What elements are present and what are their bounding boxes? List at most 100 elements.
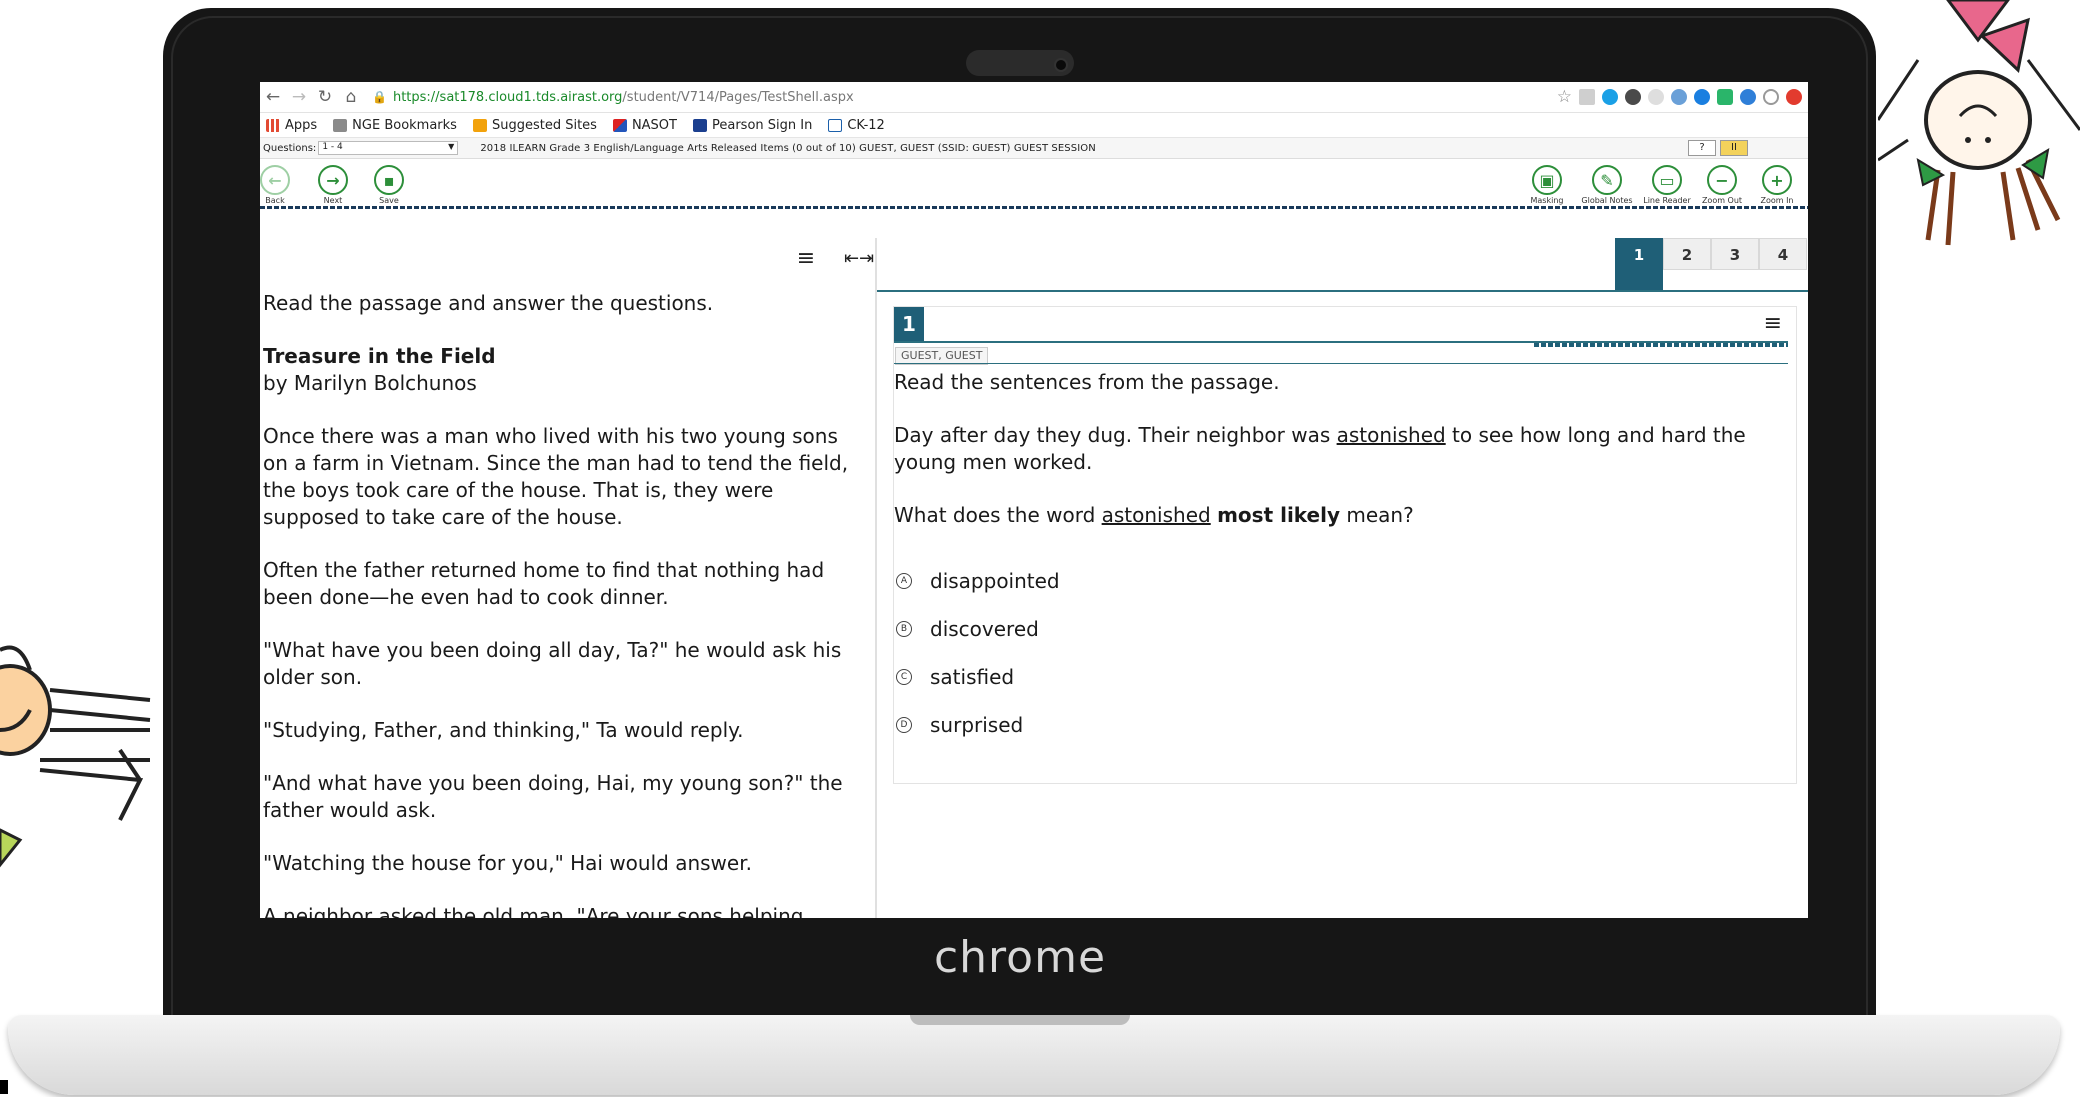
answer-option-d[interactable]: Dsurprised	[894, 701, 1060, 749]
question-selector[interactable]: Questions: 1 - 4 ▼	[263, 141, 459, 155]
chevron-down-icon: ▼	[448, 142, 455, 151]
question-number: 1	[894, 307, 924, 341]
zoom-in-button[interactable]: + Zoom In	[1750, 165, 1804, 205]
masking-icon: ▣	[1532, 165, 1562, 195]
zoom-out-button[interactable]: − Zoom Out	[1695, 165, 1749, 205]
question-prompt: Read the sentences from the passage.	[894, 370, 1280, 394]
next-button[interactable]: → Next	[306, 165, 360, 205]
passage-title: Treasure in the Field	[263, 344, 496, 368]
test-header: Questions: 1 - 4 ▼ 2018 ILEARN Grade 3 En…	[260, 138, 1808, 159]
save-disk-icon: ▪	[374, 165, 404, 195]
extension-icons: ☆	[1557, 87, 1802, 107]
quoted-sentence: Day after day they dug. Their neighbor w…	[894, 423, 1746, 474]
tab-question-1[interactable]: 1	[1615, 238, 1663, 290]
extension-icon[interactable]	[1602, 89, 1618, 105]
zoom-in-icon: +	[1762, 165, 1792, 195]
home-icon[interactable]: ⌂	[338, 87, 364, 107]
passage-paragraph: "Studying, Father, and thinking," Ta wou…	[263, 718, 744, 742]
arrow-left-icon: ←	[260, 165, 290, 195]
address-field[interactable]: 🔒 https://sat178.cloud1.tds.airast.org/s…	[372, 85, 1549, 109]
corner-mark	[0, 1080, 8, 1094]
extension-icon[interactable]	[1740, 89, 1756, 105]
test-info: 2018 ILEARN Grade 3 English/Language Art…	[480, 142, 1096, 154]
extension-icon[interactable]	[1671, 89, 1687, 105]
notes-pencil-icon: ✎	[1592, 165, 1622, 195]
bookmark-star-icon[interactable]: ☆	[1557, 87, 1572, 107]
extension-icon[interactable]	[1694, 89, 1710, 105]
question-text: What does the word astonished most likel…	[894, 503, 1414, 527]
answer-option-b[interactable]: Bdiscovered	[894, 605, 1060, 653]
passage-paragraph: A neighbor asked the old man, "Are your …	[263, 904, 804, 918]
webcam-lens	[1054, 58, 1068, 72]
laptop-screen: ← → ↻ ⌂ 🔒 https://sat178.cloud1.tds.aira…	[260, 82, 1808, 918]
extension-icon[interactable]	[1763, 89, 1779, 105]
question-tabs: 1 2 3 4	[877, 238, 1808, 292]
arrow-right-icon: →	[318, 165, 348, 195]
radio-a[interactable]: A	[896, 573, 912, 589]
extension-icon[interactable]	[1648, 89, 1664, 105]
apps-grid-icon	[266, 118, 280, 132]
bookmark-nasot[interactable]: NASOT	[612, 118, 677, 133]
bookmark-suggested[interactable]: Suggested Sites	[472, 118, 597, 133]
browser-url-bar: ← → ↻ ⌂ 🔒 https://sat178.cloud1.tds.aira…	[260, 82, 1808, 113]
passage-paragraph: Often the father returned home to find t…	[263, 558, 825, 609]
back-arrow-icon[interactable]: ←	[260, 87, 286, 107]
answer-option-c[interactable]: Csatisfied	[894, 653, 1060, 701]
extension-icon[interactable]	[1717, 89, 1733, 105]
url-host: https://sat178.cloud1.tds.airast.org	[392, 89, 623, 105]
passage-intro: Read the passage and answer the question…	[263, 291, 714, 315]
passage-byline: by Marilyn Bolchunos	[263, 371, 477, 395]
passage-paragraph: "And what have you been doing, Hai, my y…	[263, 771, 843, 822]
pearson-icon	[692, 118, 707, 132]
folder-icon	[333, 118, 348, 132]
extension-icon[interactable]	[1625, 89, 1641, 105]
question-dropdown[interactable]: 1 - 4 ▼	[318, 141, 459, 155]
reader-icon[interactable]	[1579, 89, 1595, 105]
url-path: /student/V714/Pages/TestShell.aspx	[622, 89, 854, 105]
question-item: 1 ≡ GUEST, GUEST Read the sentences from…	[893, 306, 1797, 784]
zoom-out-icon: −	[1707, 165, 1737, 195]
cartoon-girl-illustration	[1878, 0, 2080, 246]
passage-pane: ≡ ⇤⇥ Read the passage and answer the que…	[260, 238, 877, 918]
passage-paragraph: Once there was a man who lived with his …	[263, 424, 849, 529]
passage-text: Read the passage and answer the question…	[260, 282, 875, 918]
extension-icon[interactable]	[1786, 89, 1802, 105]
bookmark-ck12[interactable]: CK-12	[828, 118, 885, 133]
forward-arrow-icon[interactable]: →	[286, 87, 312, 107]
item-progress-dash	[1534, 343, 1788, 347]
line-reader-button[interactable]: ▭ Line Reader	[1640, 165, 1694, 205]
pause-button[interactable]: II	[1720, 140, 1748, 156]
tab-question-3[interactable]: 3	[1711, 238, 1759, 270]
page-icon	[828, 118, 843, 132]
radio-d[interactable]: D	[896, 717, 912, 733]
answer-option-a[interactable]: Adisappointed	[894, 557, 1060, 605]
bookmark-nge[interactable]: NGE Bookmarks	[333, 118, 457, 133]
help-button[interactable]: ?	[1688, 140, 1716, 156]
passage-menu-icon[interactable]: ≡	[792, 248, 820, 270]
toolbar-divider	[260, 206, 1808, 209]
bookmarks-bar: Apps NGE Bookmarks Suggested Sites NASOT…	[260, 113, 1808, 138]
bookmark-pearson[interactable]: Pearson Sign In	[692, 118, 812, 133]
nasot-icon	[612, 118, 627, 132]
item-divider	[894, 363, 1788, 364]
item-menu-icon[interactable]: ≡	[1764, 311, 1782, 336]
radio-b[interactable]: B	[896, 621, 912, 637]
bing-icon	[472, 118, 487, 132]
laptop-hinge-notch	[910, 1015, 1130, 1025]
back-button[interactable]: ← Back	[260, 165, 302, 205]
laptop-base	[8, 1015, 2060, 1095]
target-word: astonished	[1101, 503, 1211, 527]
cartoon-boy-illustration	[0, 645, 151, 868]
save-button[interactable]: ▪ Save	[362, 165, 416, 205]
tab-question-4[interactable]: 4	[1759, 238, 1807, 270]
lock-icon: 🔒	[372, 90, 387, 104]
passage-paragraph: "Watching the house for you," Hai would …	[263, 851, 752, 875]
radio-c[interactable]: C	[896, 669, 912, 685]
global-notes-button[interactable]: ✎ Global Notes	[1580, 165, 1634, 205]
bookmark-apps[interactable]: Apps	[266, 118, 317, 133]
answer-options: Adisappointed Bdiscovered Csatisfied Dsu…	[894, 557, 1060, 749]
question-pane: 1 2 3 4 1 ≡ GUEST, GUEST Read the senten…	[877, 238, 1808, 918]
masking-button[interactable]: ▣ Masking	[1520, 165, 1574, 205]
reload-icon[interactable]: ↻	[312, 87, 338, 107]
tab-question-2[interactable]: 2	[1663, 238, 1711, 270]
